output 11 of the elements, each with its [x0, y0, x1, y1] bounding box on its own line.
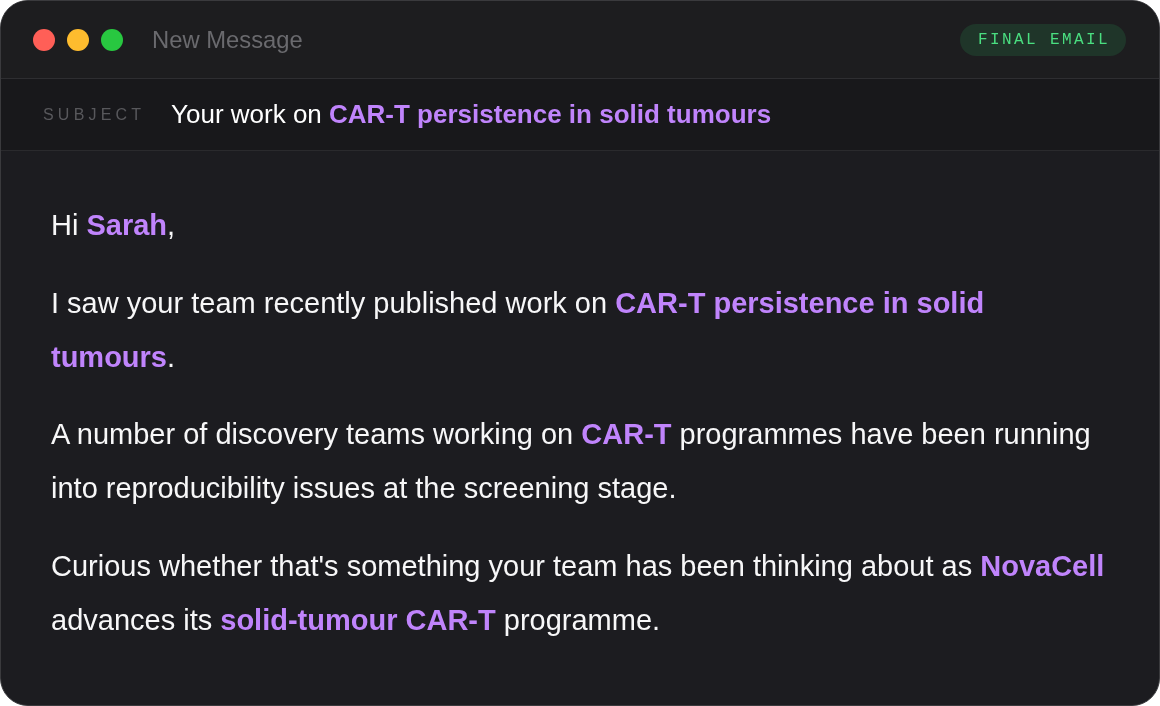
window-title: New Message [152, 25, 303, 54]
body-paragraph: Curious whether that's something your team has been thinking about as NovaCell advances its solid-tumour CAR-T programme. [51, 548, 1106, 638]
body-paragraph: I saw your team recently published work on CAR-T persistence in solid tumours. [51, 285, 986, 375]
close-window-icon[interactable] [33, 28, 55, 51]
greeting-text: Hi Sarah, [51, 208, 177, 243]
maximize-window-icon[interactable] [101, 28, 123, 51]
subject-label: SUBJECT [43, 105, 147, 124]
status-badge: FINAL EMAIL [959, 23, 1126, 56]
subject-text: Your work on CAR-T persistence in solid tumours [171, 99, 772, 130]
body-paragraph: A number of discovery teams working on CAR-T programmes have been running into reproducibility issues at the screening stage. [51, 417, 1092, 506]
minimize-window-icon[interactable] [67, 28, 89, 51]
